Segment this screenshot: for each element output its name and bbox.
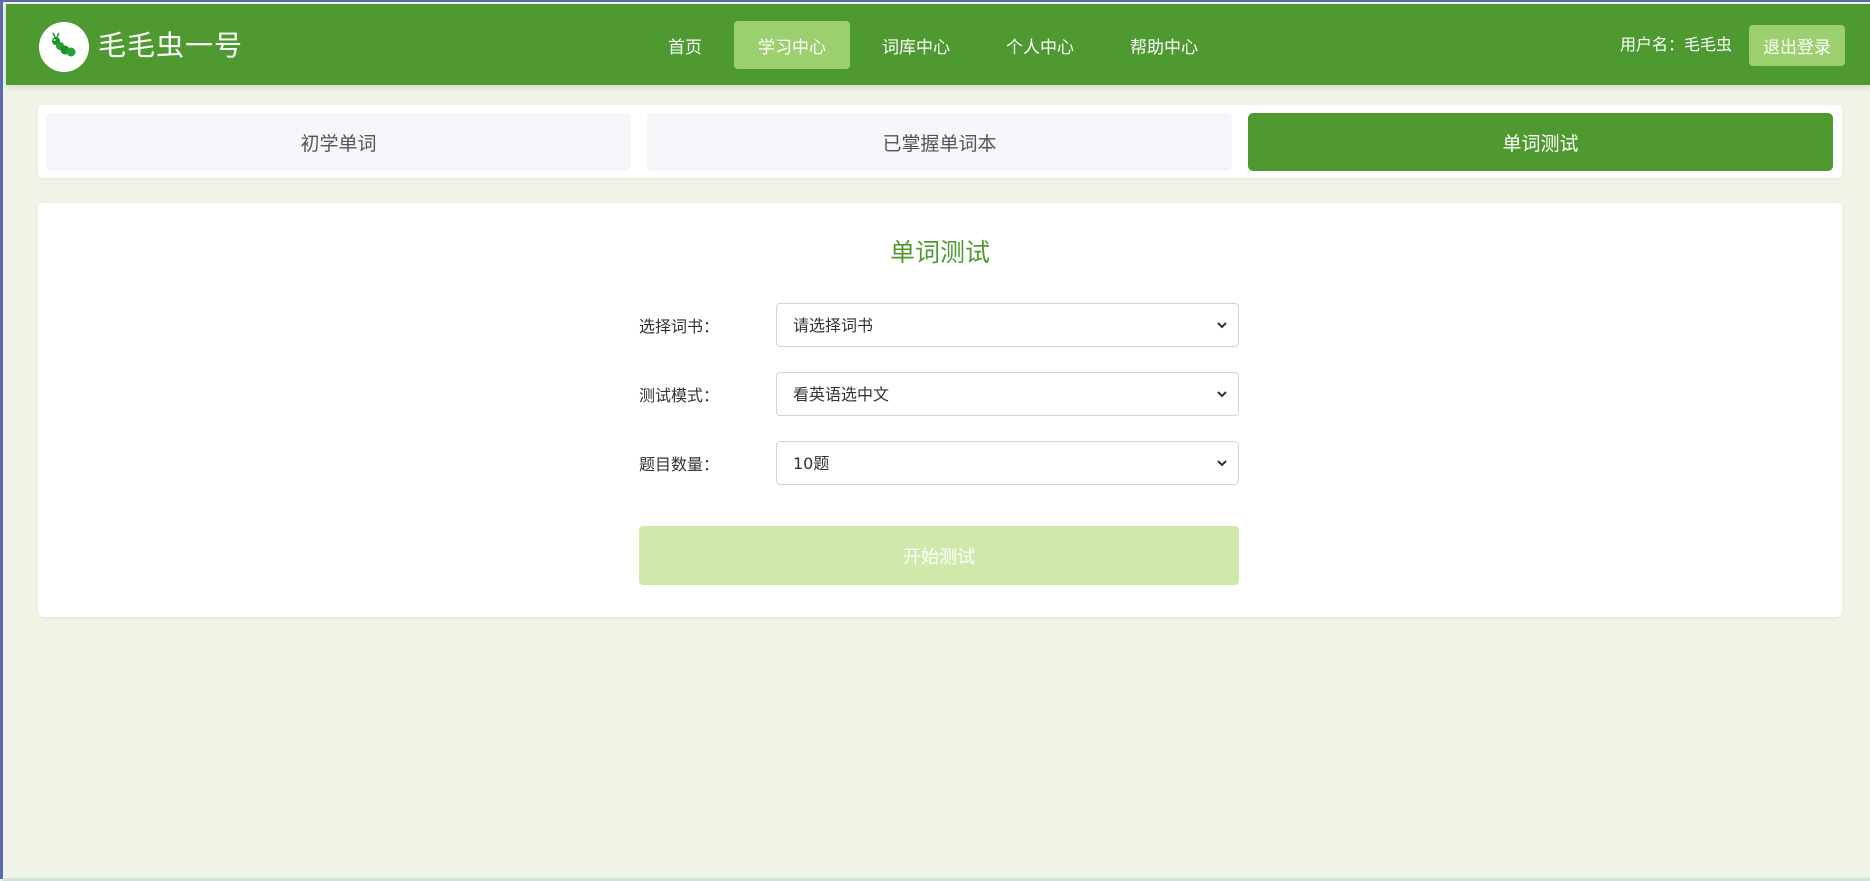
tab-word-test[interactable]: 单词测试 bbox=[1248, 113, 1833, 171]
tab-beginner-words[interactable]: 初学单词 bbox=[46, 113, 631, 171]
page-title: 单词测试 bbox=[889, 238, 990, 267]
app-window: 毛毛虫一号 首页 学习中心 词库中心 个人中心 帮助中心 用户名：毛毛虫 退出登… bbox=[0, 0, 1870, 881]
logout-button[interactable]: 退出登录 bbox=[1749, 25, 1845, 66]
caterpillar-icon bbox=[52, 32, 76, 57]
test-mode-select-value: 看英语选中文 bbox=[793, 385, 890, 404]
main-nav: 首页 学习中心 词库中心 个人中心 帮助中心 bbox=[644, 21, 1230, 69]
word-test-panel: 单词测试 选择词书： 请选择词书 测试模式： 看英语选中文 题目数量： 10题 … bbox=[38, 203, 1842, 617]
question-count-label: 题目数量： bbox=[639, 455, 720, 474]
chevron-down-icon bbox=[1217, 391, 1227, 398]
brand-name: 毛毛虫一号 bbox=[98, 29, 244, 62]
nav-item-learning-center[interactable]: 学习中心 bbox=[734, 21, 850, 69]
start-test-button[interactable]: 开始测试 bbox=[639, 526, 1239, 585]
nav-item-home[interactable]: 首页 bbox=[644, 21, 726, 69]
top-header: 毛毛虫一号 首页 学习中心 词库中心 个人中心 帮助中心 用户名：毛毛虫 退出登… bbox=[6, 4, 1870, 85]
question-count-select-value: 10题 bbox=[793, 454, 830, 473]
chevron-down-icon bbox=[1217, 460, 1227, 467]
logo[interactable] bbox=[39, 22, 89, 72]
nav-item-word-library[interactable]: 词库中心 bbox=[858, 21, 974, 69]
wordbook-select[interactable]: 请选择词书 bbox=[776, 303, 1239, 347]
username-label: 用户名：毛毛虫 bbox=[1620, 35, 1733, 54]
wordbook-label: 选择词书： bbox=[639, 317, 720, 336]
chevron-down-icon bbox=[1217, 322, 1227, 329]
test-mode-label: 测试模式： bbox=[639, 386, 720, 405]
nav-item-help-center[interactable]: 帮助中心 bbox=[1106, 21, 1222, 69]
tab-mastered-words[interactable]: 已掌握单词本 bbox=[647, 113, 1232, 171]
nav-item-personal-center[interactable]: 个人中心 bbox=[982, 21, 1098, 69]
test-mode-select[interactable]: 看英语选中文 bbox=[776, 372, 1239, 416]
sub-tabs: 初学单词 已掌握单词本 单词测试 bbox=[38, 105, 1842, 178]
wordbook-select-value: 请选择词书 bbox=[793, 316, 874, 335]
question-count-select[interactable]: 10题 bbox=[776, 441, 1239, 485]
